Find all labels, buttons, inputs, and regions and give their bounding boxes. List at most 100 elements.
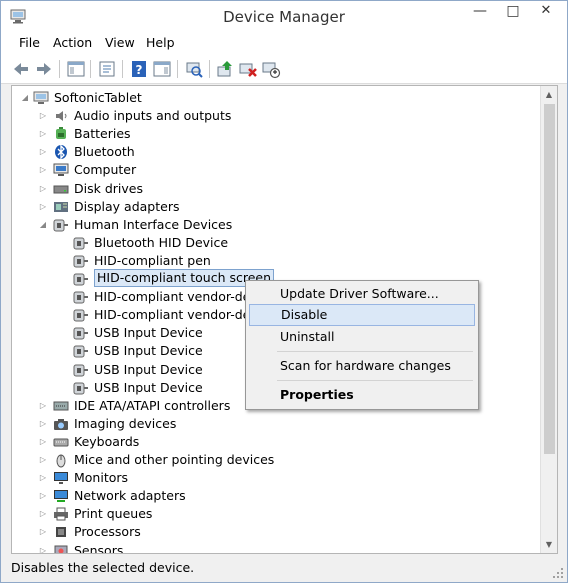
tree-item-label: Keyboards — [74, 433, 140, 449]
tree-item-label: Bluetooth — [74, 144, 135, 160]
hid-device-icon — [73, 291, 88, 304]
menu-bar: File Action View Help — [1, 32, 567, 54]
expand-arrow-icon[interactable]: ▷ — [38, 198, 48, 216]
expand-arrow-icon[interactable]: ▷ — [38, 451, 48, 469]
toolbar-separator — [90, 60, 91, 78]
minimize-button[interactable]: — — [465, 1, 495, 23]
expand-arrow-icon[interactable]: ▷ — [38, 469, 48, 487]
computer-root-icon — [33, 91, 49, 104]
sensor-icon — [54, 545, 68, 553]
ctx-properties[interactable]: Properties — [249, 384, 475, 406]
scrollbar-thumb[interactable] — [544, 104, 555, 454]
tree-root-item[interactable]: ◢ SoftonicTablet — [12, 89, 540, 107]
tree-category-item[interactable]: ▷ Network adapters — [12, 487, 540, 505]
ctx-uninstall[interactable]: Uninstall — [249, 326, 475, 348]
ctx-disable[interactable]: Disable — [249, 304, 475, 326]
forward-arrow-icon[interactable] — [34, 59, 54, 79]
tree-item-label: USB Input Device — [94, 379, 203, 395]
tree-item-label: Computer — [74, 162, 137, 178]
menu-help[interactable]: Help — [146, 35, 175, 50]
expand-arrow-icon[interactable]: ▷ — [38, 433, 48, 451]
tree-item-label: HID-compliant vendor-defin — [94, 307, 267, 323]
collapse-arrow-icon[interactable]: ◢ — [38, 216, 48, 234]
expand-arrow-icon[interactable]: ▷ — [38, 523, 48, 541]
action-pane-icon[interactable] — [152, 59, 172, 79]
hid-device-icon — [73, 382, 88, 395]
toolbar-separator — [122, 60, 123, 78]
expand-arrow-icon[interactable]: ▷ — [38, 180, 48, 198]
expand-arrow-icon[interactable]: ▷ — [38, 143, 48, 161]
menu-file[interactable]: File — [19, 35, 40, 50]
tree-item-label: Audio inputs and outputs — [74, 108, 232, 124]
menu-action[interactable]: Action — [53, 35, 92, 50]
expand-arrow-icon[interactable]: ▷ — [38, 505, 48, 523]
expand-arrow-icon[interactable]: ▷ — [38, 125, 48, 143]
properties-sheet-icon[interactable] — [97, 59, 117, 79]
processor-icon — [56, 527, 66, 538]
tree-category-item[interactable]: ▷ Processors — [12, 523, 540, 541]
update-driver-icon[interactable] — [215, 59, 235, 79]
expand-arrow-icon[interactable]: ▷ — [38, 542, 48, 554]
tree-device-item[interactable]: Bluetooth HID Device — [12, 234, 540, 252]
display-adapter-icon — [54, 201, 68, 212]
tree-category-item[interactable]: ▷ Keyboards — [12, 433, 540, 451]
tree-category-item[interactable]: ▷ Mice and other pointing devices — [12, 451, 540, 469]
tree-item-label: Monitors — [74, 470, 129, 486]
menu-view[interactable]: View — [105, 35, 135, 50]
tree-item-label: Human Interface Devices — [74, 216, 233, 232]
ide-controller-icon — [53, 401, 69, 411]
expand-arrow-icon[interactable]: ▷ — [38, 107, 48, 125]
device-manager-window: Device Manager — □ ✕ File Action View He… — [0, 0, 568, 583]
close-button[interactable]: ✕ — [531, 1, 561, 23]
tree-category-item[interactable]: ▷ Batteries — [12, 125, 540, 143]
tree-item-label: USB Input Device — [94, 343, 203, 359]
tree-category-item[interactable]: ▷ Computer — [12, 161, 540, 179]
tree-item-label: HID-compliant vendor-defin — [94, 289, 267, 305]
tree-item-label: Mice and other pointing devices — [74, 452, 275, 467]
ctx-separator — [277, 380, 473, 381]
tree-item-label: Print queues — [74, 506, 153, 522]
maximize-button[interactable]: □ — [498, 1, 528, 23]
tree-category-item[interactable]: ◢ Human Interface Devices — [12, 216, 540, 234]
speaker-icon — [56, 111, 67, 122]
collapse-arrow-icon[interactable]: ◢ — [20, 89, 30, 107]
show-hide-console-tree-icon[interactable] — [66, 59, 86, 79]
back-arrow-icon[interactable] — [11, 59, 31, 79]
expand-arrow-icon[interactable]: ▷ — [38, 161, 48, 179]
resize-grip-icon[interactable] — [552, 567, 564, 579]
tree-item-label: Processors — [74, 524, 141, 540]
mouse-icon — [56, 454, 66, 468]
ctx-scan-for-hardware-changes[interactable]: Scan for hardware changes — [249, 355, 475, 377]
tree-category-item[interactable]: ▷ Display adapters — [12, 198, 540, 216]
tree-item-label: Bluetooth HID Device — [94, 234, 229, 250]
tree-category-item[interactable]: ▷ Imaging devices — [12, 415, 540, 433]
bluetooth-icon — [55, 144, 67, 160]
hid-device-icon — [73, 345, 88, 358]
expand-arrow-icon[interactable]: ▷ — [38, 397, 48, 415]
status-text: Disables the selected device. — [11, 560, 195, 575]
ctx-update-driver-software[interactable]: Update Driver Software... — [249, 283, 475, 305]
tree-category-item[interactable]: ▷ Print queues — [12, 505, 540, 523]
expand-arrow-icon[interactable]: ▷ — [38, 487, 48, 505]
tree-category-item[interactable]: ▷ Audio inputs and outputs — [12, 107, 540, 125]
toolbar-separator — [177, 60, 178, 78]
uninstall-device-icon[interactable] — [238, 59, 258, 79]
tree-category-item[interactable]: ▷ Bluetooth — [12, 143, 540, 161]
scroll-up-icon[interactable]: ▲ — [541, 86, 557, 103]
tree-category-item[interactable]: ▷ Disk drives — [12, 180, 540, 198]
vertical-scrollbar[interactable]: ▲ ▼ — [540, 86, 557, 553]
camera-icon — [54, 418, 68, 430]
expand-arrow-icon[interactable]: ▷ — [38, 415, 48, 433]
disable-device-icon[interactable] — [261, 59, 281, 79]
help-icon[interactable]: ? — [129, 59, 149, 79]
tree-device-item[interactable]: HID-compliant pen — [12, 252, 540, 270]
scan-hardware-icon[interactable] — [184, 59, 204, 79]
tree-category-item[interactable]: ▷ Sensors — [12, 542, 540, 554]
printer-icon — [54, 507, 68, 521]
title-bar[interactable]: Device Manager — □ ✕ — [1, 1, 567, 32]
status-bar: Disables the selected device. — [1, 557, 567, 582]
tree-item-label: Imaging devices — [74, 415, 177, 431]
hid-device-icon — [73, 364, 88, 376]
tree-category-item[interactable]: ▷ Monitors — [12, 469, 540, 487]
scroll-down-icon[interactable]: ▼ — [541, 536, 557, 553]
